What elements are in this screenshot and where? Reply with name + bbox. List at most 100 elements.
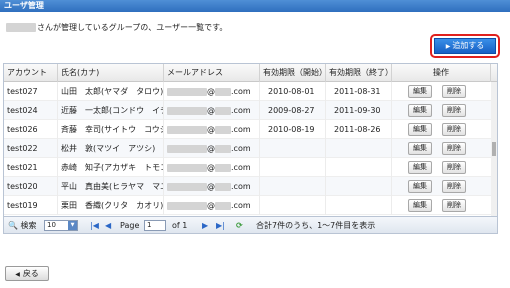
- delete-button[interactable]: 削除: [442, 180, 466, 193]
- delete-button[interactable]: 削除: [442, 199, 466, 212]
- header-name[interactable]: 氏名(カナ): [58, 64, 164, 82]
- add-user-button[interactable]: ▶ 追加する: [434, 38, 496, 54]
- edit-button[interactable]: 編集: [408, 142, 432, 155]
- cell-name: 山田 太郎(ヤマダ タロウ): [58, 82, 164, 101]
- edit-button[interactable]: 編集: [408, 161, 432, 174]
- refresh-icon[interactable]: ⟳: [236, 217, 243, 233]
- cell-name: 赤崎 知子(アカザキ トモコ): [58, 158, 164, 177]
- page-label: Page: [120, 221, 140, 230]
- table-row[interactable]: test026 斉藤 幸司(サイトウ コウジ) @ .com 2010-08-19 201…: [4, 120, 497, 139]
- page-size-select[interactable]: 10 ▼: [44, 220, 78, 231]
- play-icon: ▶: [445, 44, 451, 50]
- cell-start-date: [260, 177, 326, 196]
- redacted-email: [167, 125, 207, 134]
- header-account[interactable]: アカウント: [4, 64, 58, 82]
- prev-page-icon[interactable]: ◀: [105, 217, 111, 233]
- redacted-domain: [215, 125, 231, 134]
- email-domain: .com: [231, 144, 251, 153]
- email-at: @: [207, 144, 215, 153]
- table-row[interactable]: test024近藤 一太郎(コンドウ イチタ @ .com 2009-08-27201…: [4, 101, 497, 120]
- email-at: @: [207, 163, 215, 172]
- page-count: of 1: [172, 221, 188, 230]
- delete-button[interactable]: 削除: [442, 85, 466, 98]
- delete-button[interactable]: 削除: [442, 142, 466, 155]
- cell-account: test020: [4, 177, 58, 196]
- redacted-username: [6, 23, 36, 32]
- cell-end-date: [326, 177, 392, 196]
- cell-email: @ .com: [164, 120, 260, 139]
- search-icon: 🔍: [8, 221, 18, 230]
- edit-button[interactable]: 編集: [408, 85, 432, 98]
- cell-account: test021: [4, 158, 58, 177]
- delete-button[interactable]: 削除: [442, 123, 466, 136]
- table-body: test027 山田 太郎(ヤマダ タロウ) @ .com 2010-08-01 2011…: [4, 82, 497, 217]
- window-title: ユーザ管理: [0, 0, 510, 12]
- header-end-date[interactable]: 有効期限（終了）: [326, 64, 393, 82]
- cell-end-date: 2011-08-31: [326, 82, 392, 101]
- header-start-date[interactable]: 有効期限（開始）: [260, 64, 327, 82]
- cell-name: 松井 敦(マツイ アツシ): [58, 139, 164, 158]
- first-page-icon[interactable]: |◀: [90, 217, 99, 233]
- next-page-icon[interactable]: ▶: [202, 217, 208, 233]
- table-row[interactable]: test027 山田 太郎(ヤマダ タロウ) @ .com 2010-08-01 2011…: [4, 82, 497, 101]
- redacted-domain: [215, 163, 231, 172]
- user-grid: アカウント 氏名(カナ) メールアドレス 有効期限（開始） 有効期限（終了） 操…: [3, 63, 498, 234]
- pager: 🔍 検索 10 ▼ |◀ ◀ Page 1 of 1 ▶ ▶| ⟳ 合計7件のうち…: [4, 216, 497, 233]
- redacted-email: [167, 201, 207, 210]
- scrollbar[interactable]: [491, 82, 497, 217]
- cell-name: 栗田 香織(クリタ カオリ): [58, 196, 164, 215]
- redacted-domain: [215, 87, 231, 96]
- last-page-icon[interactable]: ▶|: [216, 217, 225, 233]
- cell-start-date: [260, 139, 326, 158]
- description-text: さんが管理しているグループの、ユーザー一覧です。: [37, 23, 228, 32]
- add-user-button-label: 追加する: [452, 41, 485, 50]
- email-domain: .com: [231, 201, 251, 210]
- redacted-domain: [215, 106, 231, 115]
- page-input[interactable]: 1: [144, 220, 166, 231]
- delete-button[interactable]: 削除: [442, 161, 466, 174]
- cell-email: @ .com: [164, 101, 260, 120]
- cell-end-date: [326, 196, 392, 215]
- cell-email: @ .com: [164, 196, 260, 215]
- table-row[interactable]: test020平山 真由美(ヒラヤマ マユミ @ .com 編集削除: [4, 177, 497, 196]
- delete-button[interactable]: 削除: [442, 104, 466, 117]
- email-domain: .com: [231, 182, 251, 191]
- redacted-email: [167, 182, 207, 191]
- table-row[interactable]: test021 赤崎 知子(アカザキ トモコ) @ .com 編集 削除: [4, 158, 497, 177]
- back-button-label: 戻る: [22, 269, 39, 278]
- search-control[interactable]: 🔍 検索: [8, 217, 37, 233]
- table-row[interactable]: test019 栗田 香織(クリタ カオリ) @ .com 編集 削除: [4, 196, 497, 215]
- cell-start-date: 2009-08-27: [260, 101, 326, 120]
- cell-start-date: [260, 196, 326, 215]
- redacted-email: [167, 87, 207, 96]
- cell-email: @ .com: [164, 139, 260, 158]
- cell-email: @ .com: [164, 177, 260, 196]
- cell-name: 近藤 一太郎(コンドウ イチタ: [58, 101, 164, 120]
- edit-button[interactable]: 編集: [408, 180, 432, 193]
- cell-account: test022: [4, 139, 58, 158]
- redacted-email: [167, 144, 207, 153]
- edit-button[interactable]: 編集: [408, 123, 432, 136]
- email-at: @: [207, 201, 215, 210]
- cell-email: @ .com: [164, 82, 260, 101]
- header-email[interactable]: メールアドレス: [164, 64, 260, 82]
- header-actions: 操作: [392, 64, 491, 82]
- back-button[interactable]: ◀ 戻る: [5, 266, 49, 281]
- cell-name: 平山 真由美(ヒラヤマ マユミ: [58, 177, 164, 196]
- cell-end-date: [326, 158, 392, 177]
- page-size-value: 10: [47, 221, 56, 229]
- edit-button[interactable]: 編集: [408, 199, 432, 212]
- email-at: @: [207, 87, 215, 96]
- cell-account: test027: [4, 82, 58, 101]
- redacted-domain: [215, 201, 231, 210]
- cell-start-date: 2010-08-19: [260, 120, 326, 139]
- email-at: @: [207, 106, 215, 115]
- redacted-domain: [215, 144, 231, 153]
- scroll-thumb[interactable]: [492, 142, 496, 156]
- edit-button[interactable]: 編集: [408, 104, 432, 117]
- cell-start-date: [260, 158, 326, 177]
- table-row[interactable]: test022 松井 敦(マツイ アツシ) @ .com 編集 削除: [4, 139, 497, 158]
- cell-end-date: 2011-08-26: [326, 120, 392, 139]
- email-at: @: [207, 182, 215, 191]
- cell-account: test019: [4, 196, 58, 215]
